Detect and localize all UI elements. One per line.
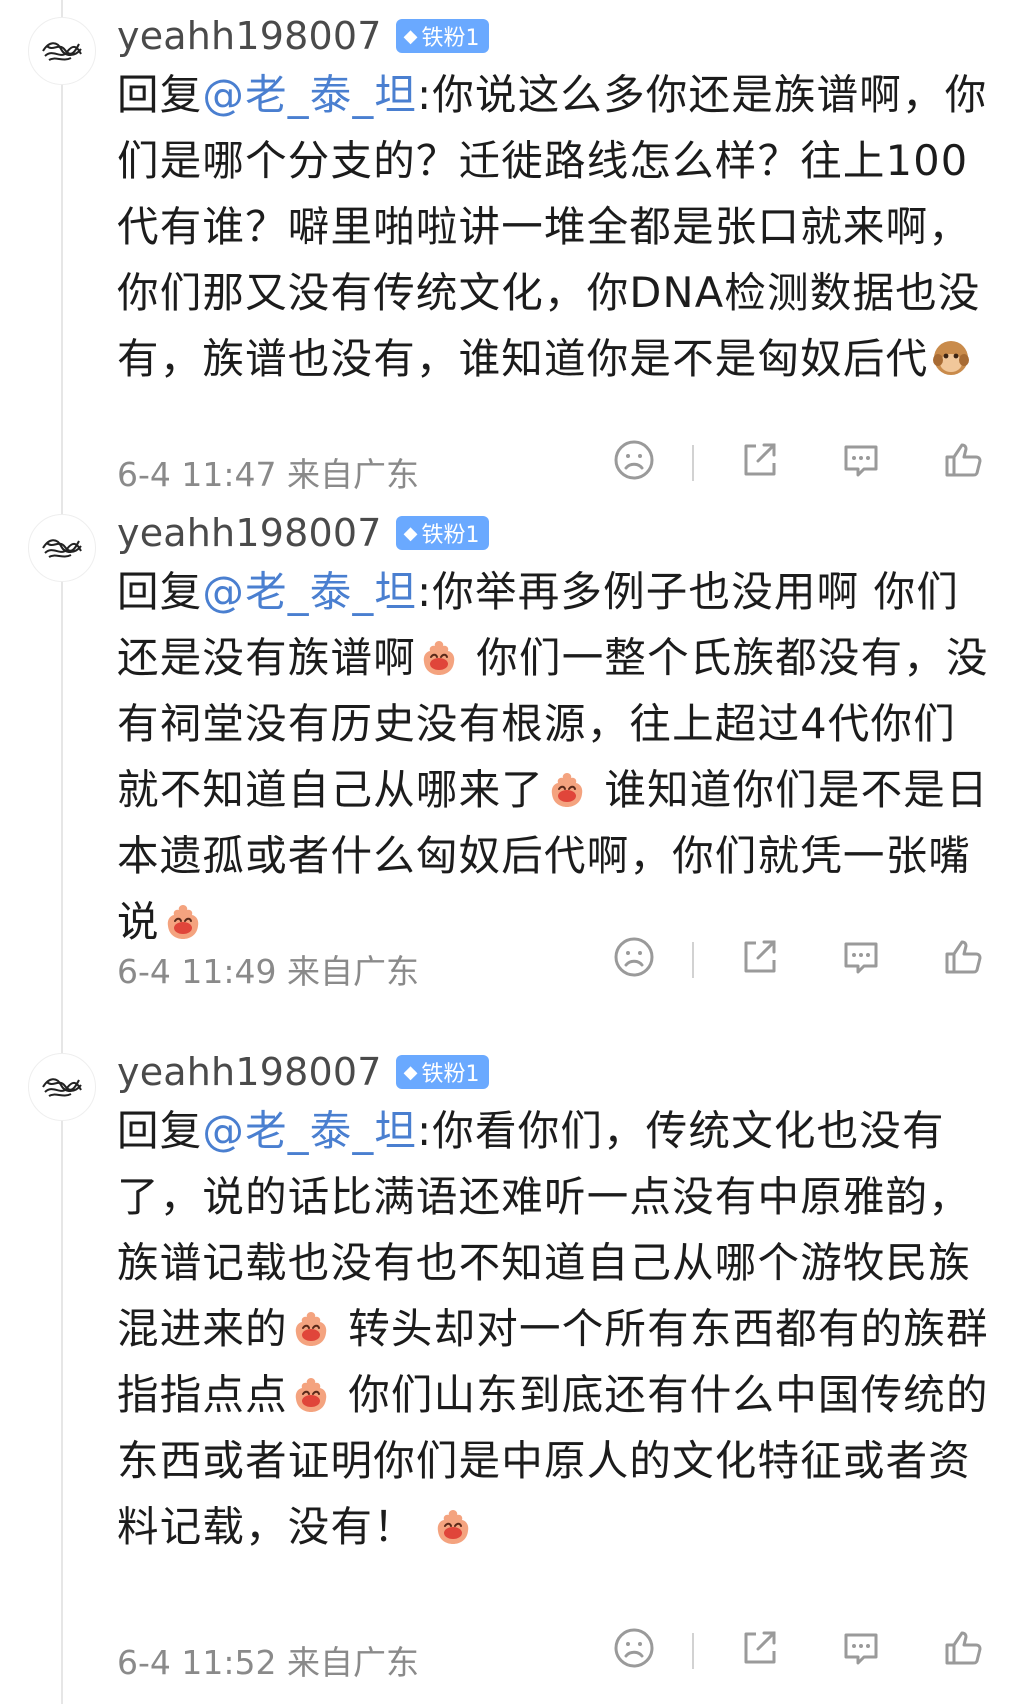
mention-link[interactable]: @老_泰_坦 [202,567,417,616]
diamond-icon: ◆ [403,522,418,544]
thumbs-up-icon[interactable] [940,437,990,487]
comment-meta: 6-4 11:52 来自广东 [117,1636,419,1684]
comment-header: yeahh198007 ◆ 铁粉1 [117,505,490,561]
sad-face-icon[interactable] [611,934,661,984]
location: 来自广东 [287,952,419,991]
badge-label: 铁粉1 [421,26,480,51]
comment-header: yeahh198007 ◆ 铁粉1 [117,8,490,64]
mention-link[interactable]: @老_泰_坦 [202,70,417,119]
divider [692,1633,694,1669]
comment-icon[interactable] [838,934,888,984]
laugh-emoji-icon [290,1368,332,1412]
location: 来自广东 [287,1643,419,1682]
mention-link[interactable]: @老_泰_坦 [202,1106,417,1155]
timestamp: 6-4 11:52 [117,1643,277,1682]
comment-icon[interactable] [838,1625,888,1675]
comment-text: 回复@老_泰_坦:你说这么多你还是族谱啊，你们是哪个分支的？迁徙路线怎么样？往上… [117,62,997,392]
badge-label: 铁粉1 [421,523,480,548]
divider [692,942,694,978]
comment-meta: 6-4 11:49 来自广东 [117,945,419,993]
avatar[interactable] [28,514,96,582]
username[interactable]: yeahh198007 [117,511,382,555]
username[interactable]: yeahh198007 [117,14,382,58]
fan-badge[interactable]: ◆ 铁粉1 [395,19,490,53]
comment-meta: 6-4 11:47 来自广东 [117,448,419,496]
avatar[interactable] [28,17,96,85]
thumbs-up-icon[interactable] [940,934,990,984]
timestamp: 6-4 11:47 [117,455,277,494]
fan-badge[interactable]: ◆ 铁粉1 [395,1055,490,1089]
action-bar [600,1625,1000,1675]
laugh-emoji-icon [546,763,588,807]
comment-text: 回复@老_泰_坦:你举再多例子也没用啊 你们还是没有族谱啊 你们一整个氏族都没有… [117,559,997,955]
diamond-icon: ◆ [403,25,418,47]
share-icon[interactable] [736,437,786,487]
comment-icon[interactable] [838,437,888,487]
sad-face-icon[interactable] [611,1625,661,1675]
comment-text: 回复@老_泰_坦:你看你们，传统文化也没有了，说的话比满语还难听一点没有中原雅韵… [117,1098,997,1560]
fan-badge[interactable]: ◆ 铁粉1 [395,516,490,550]
reply-prefix: 回复 [117,567,203,616]
timestamp: 6-4 11:49 [117,952,277,991]
action-bar [600,437,1000,487]
badge-label: 铁粉1 [421,1062,480,1087]
laugh-emoji-icon [290,1302,332,1346]
avatar[interactable] [28,1053,96,1121]
laugh-emoji-icon [432,1500,474,1544]
monkey-emoji-icon [930,332,972,375]
share-icon[interactable] [736,934,786,984]
diamond-icon: ◆ [403,1061,418,1083]
reply-prefix: 回复 [117,1106,203,1155]
laugh-emoji-icon [162,895,204,939]
sad-face-icon[interactable] [611,437,661,487]
share-icon[interactable] [736,1625,786,1675]
action-bar [600,934,1000,984]
thread-line [61,0,63,1704]
reply-prefix: 回复 [117,70,203,119]
laugh-emoji-icon [418,631,460,675]
thumbs-up-icon[interactable] [940,1625,990,1675]
location: 来自广东 [287,455,419,494]
username[interactable]: yeahh198007 [117,1050,382,1094]
divider [692,445,694,481]
comment-header: yeahh198007 ◆ 铁粉1 [117,1044,490,1100]
